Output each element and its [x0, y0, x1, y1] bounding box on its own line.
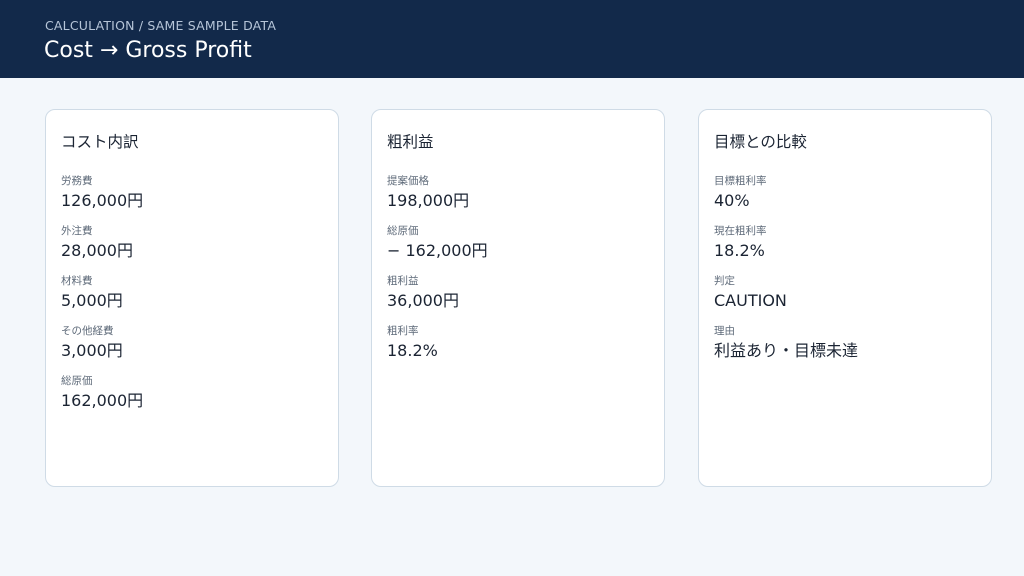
field-label: 総原価 — [61, 375, 93, 387]
field-value: 40% — [714, 191, 750, 210]
other-expenses-field: その他経費 3,000円 — [61, 325, 123, 361]
page-eyebrow: CALCULATION / SAME SAMPLE DATA — [45, 18, 277, 33]
card-title: 粗利益 — [387, 133, 434, 151]
field-value: 28,000円 — [61, 241, 133, 260]
total-cost-field: 総原価 − 162,000円 — [387, 225, 488, 261]
field-label: 外注費 — [61, 225, 93, 237]
field-value: 162,000円 — [61, 391, 144, 410]
field-value: 5,000円 — [61, 291, 123, 310]
field-value: 198,000円 — [387, 191, 470, 210]
field-value: − 162,000円 — [387, 241, 488, 260]
field-value: CAUTION — [714, 291, 787, 310]
field-value: 36,000円 — [387, 291, 459, 310]
labor-cost-field: 労務費 126,000円 — [61, 175, 143, 211]
field-value: 18.2% — [714, 241, 765, 260]
card-title: コスト内訳 — [61, 133, 139, 151]
field-value: 126,000円 — [61, 191, 144, 210]
judgement-field: 判定 CAUTION — [714, 275, 787, 311]
field-label: 判定 — [714, 275, 735, 287]
field-label: 材料費 — [61, 275, 93, 287]
total-cost-field: 総原価 162,000円 — [61, 375, 143, 411]
proposed-price-field: 提案価格 198,000円 — [387, 175, 469, 211]
current-margin-field: 現在粗利率 18.2% — [714, 225, 767, 261]
field-label: 粗利益 — [387, 275, 419, 287]
field-value: 利益あり・目標未達 — [714, 341, 859, 360]
field-label: 労務費 — [61, 175, 93, 187]
page-title: Cost → Gross Profit — [44, 38, 252, 63]
field-label: その他経費 — [61, 325, 114, 337]
field-value: 3,000円 — [61, 341, 123, 360]
field-label: 現在粗利率 — [714, 225, 767, 237]
gross-profit-field: 粗利益 36,000円 — [387, 275, 459, 311]
target-margin-field: 目標粗利率 40% — [714, 175, 767, 211]
material-cost-field: 材料費 5,000円 — [61, 275, 123, 311]
page-header: CALCULATION / SAME SAMPLE DATA Cost → Gr… — [0, 0, 1024, 78]
field-label: 目標粗利率 — [714, 175, 767, 187]
outsourcing-cost-field: 外注費 28,000円 — [61, 225, 133, 261]
field-value: 18.2% — [387, 341, 438, 360]
field-label: 提案価格 — [387, 175, 429, 187]
gross-margin-field: 粗利率 18.2% — [387, 325, 438, 361]
field-label: 総原価 — [387, 225, 419, 237]
gross-profit-card: 粗利益 提案価格 198,000円 総原価 − 162,000円 粗利益 36,… — [371, 109, 665, 487]
reason-field: 理由 利益あり・目標未達 — [714, 325, 858, 361]
card-title: 目標との比較 — [714, 133, 807, 151]
field-label: 理由 — [714, 325, 735, 337]
field-label: 粗利率 — [387, 325, 419, 337]
target-comparison-card: 目標との比較 目標粗利率 40% 現在粗利率 18.2% 判定 CAUTION … — [698, 109, 992, 487]
cost-breakdown-card: コスト内訳 労務費 126,000円 外注費 28,000円 材料費 5,000… — [45, 109, 339, 487]
